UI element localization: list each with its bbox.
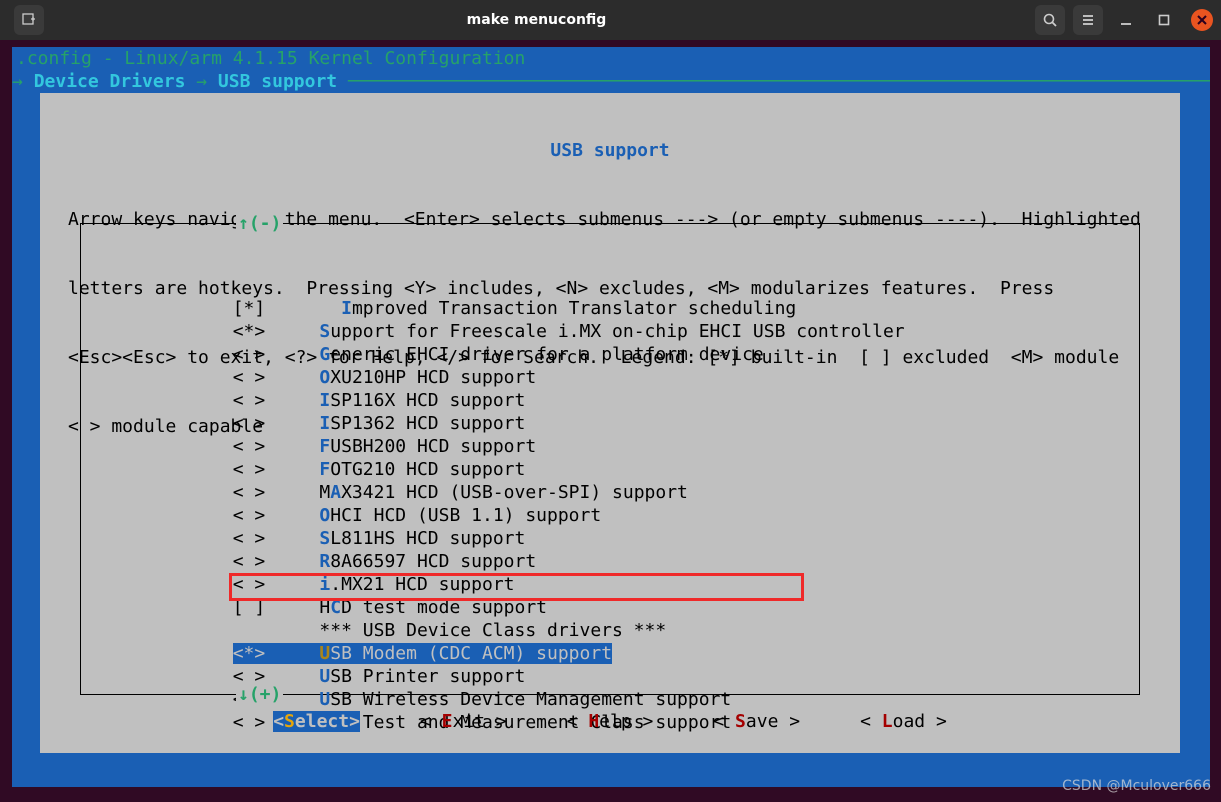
menu-item[interactable]: < > R8A66597 HCD support [81, 550, 1139, 573]
menu-item[interactable]: <*> USB Modem (CDC ACM) support [81, 642, 612, 665]
minimize-icon [1119, 13, 1133, 27]
exit-button[interactable]: < Exit > [420, 711, 507, 732]
hamburger-icon [1080, 12, 1096, 28]
search-icon [1042, 12, 1058, 28]
menu-list-frame: ↑(-) [*] Improved Transaction Translator… [80, 223, 1140, 695]
save-button[interactable]: < Save > [713, 711, 800, 732]
terminal[interactable]: .config - Linux/arm 4.1.15 Kernel Config… [12, 47, 1210, 787]
breadcrumb-rule: ────────────────────────────────────────… [348, 70, 1210, 93]
watermark: CSDN @Mculover666 [1062, 775, 1211, 798]
breadcrumb-seg2: USB support [218, 71, 337, 92]
window-title: make menuconfig [467, 9, 607, 32]
menu-item[interactable]: *** USB Device Class drivers *** [81, 619, 1139, 642]
menu-item[interactable]: < > MAX3421 HCD (USB-over-SPI) support [81, 481, 1139, 504]
scroll-down-indicator: ↓(+) [236, 683, 283, 706]
close-button[interactable] [1191, 9, 1213, 31]
breadcrumb: → Device Drivers → USB support ─────────… [12, 70, 1210, 93]
titlebar: make menuconfig [0, 0, 1221, 40]
menu-item[interactable]: < > OXU210HP HCD support [81, 366, 1139, 389]
new-tab-icon [21, 12, 37, 28]
maximize-button[interactable] [1149, 5, 1179, 35]
close-icon [1196, 14, 1208, 26]
help-button[interactable]: < Help > [567, 711, 654, 732]
menu-item[interactable]: < > i.MX21 HCD support [81, 573, 1139, 596]
menu-item[interactable]: < > Generic EHCI driver for a platform d… [81, 343, 1139, 366]
menu-button[interactable] [1073, 5, 1103, 35]
menu-item[interactable]: < > ISP116X HCD support [81, 389, 1139, 412]
search-button[interactable] [1035, 5, 1065, 35]
menu-item[interactable]: [*] Improved Transaction Translator sche… [81, 297, 1139, 320]
scroll-up-indicator: ↑(-) [236, 212, 283, 235]
load-button[interactable]: < Load > [860, 711, 947, 732]
menu-item[interactable]: <*> Support for Freescale i.MX on-chip E… [81, 320, 1139, 343]
minimize-button[interactable] [1111, 5, 1141, 35]
menu-item[interactable]: < > FUSBH200 HCD support [81, 435, 1139, 458]
menu-panel: USB support Arrow keys navigate the menu… [40, 93, 1180, 753]
menu-item[interactable]: [ ] HCD test mode support [81, 596, 1139, 619]
panel-title: USB support [40, 139, 1180, 162]
menu-items[interactable]: [*] Improved Transaction Translator sche… [81, 293, 1139, 734]
button-row: <Select> < Exit > < Help > < Save > < Load > [40, 710, 1180, 733]
select-button[interactable]: <Select> [273, 711, 360, 732]
menu-item[interactable]: < > OHCI HCD (USB 1.1) support [81, 504, 1139, 527]
breadcrumb-seg1: Device Drivers [34, 71, 186, 92]
new-tab-button[interactable] [14, 5, 44, 35]
menu-item[interactable]: < > FOTG210 HCD support [81, 458, 1139, 481]
menu-item[interactable]: < > ISP1362 HCD support [81, 412, 1139, 435]
menu-item[interactable]: < > SL811HS HCD support [81, 527, 1139, 550]
config-header: .config - Linux/arm 4.1.15 Kernel Config… [12, 47, 1210, 70]
maximize-icon [1157, 13, 1171, 27]
